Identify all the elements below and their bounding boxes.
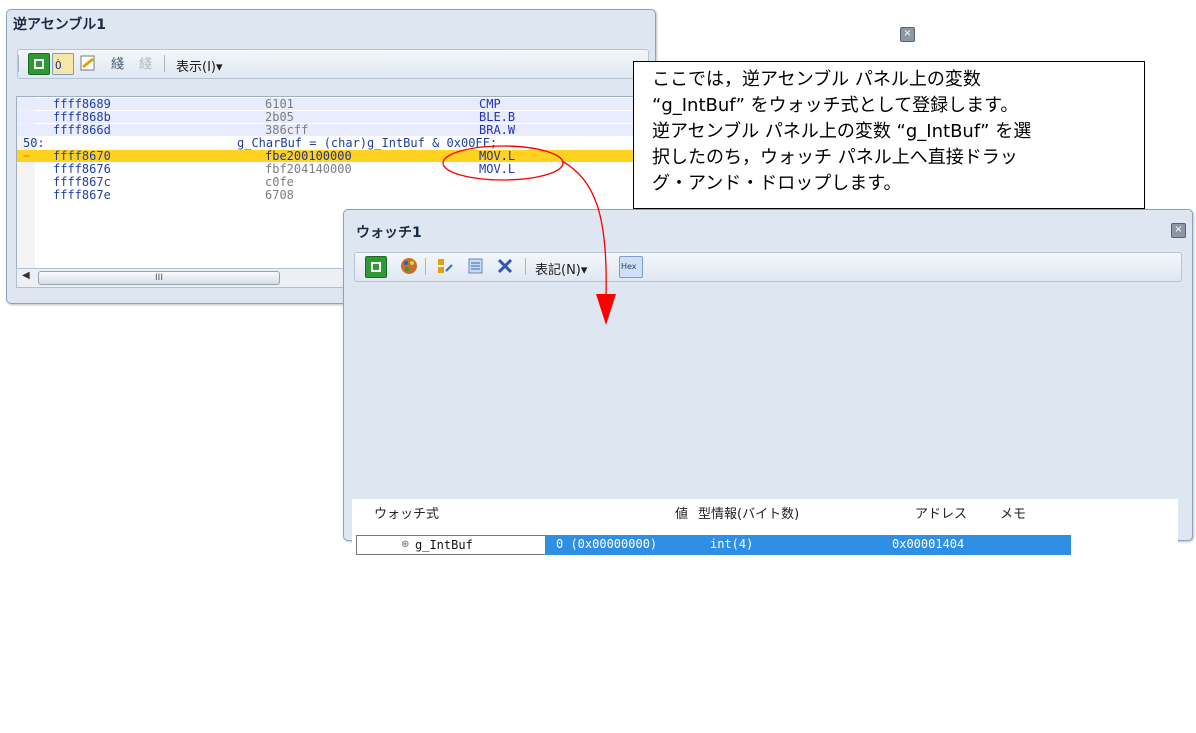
symbol-icon[interactable]: 綫 xyxy=(110,53,130,73)
scroll-left-arrow-icon[interactable]: ◀ xyxy=(22,270,30,281)
row-mnemonic: MOV.L xyxy=(479,162,516,176)
callout-line: “g_IntBuf” をウォッチ式として登録します。 xyxy=(652,95,1019,116)
source-line-text[interactable]: g_CharBuf = (char)g_IntBuf & 0x00FF; xyxy=(237,137,497,149)
source-code-toggle-icon[interactable]: Ò xyxy=(52,53,74,75)
watch-expression-cell[interactable]: ⊕ g_IntBuf xyxy=(356,535,546,555)
view-menu[interactable]: 表示(I)▾ xyxy=(176,56,223,75)
toolbar-separator xyxy=(18,55,19,72)
go-to-location-icon[interactable] xyxy=(78,53,98,73)
disassembly-row[interactable]: ffff867c c0fe xyxy=(17,176,657,188)
disassembly-row[interactable]: ffff8689 6101 CMP xyxy=(17,98,657,110)
toolbar-separator xyxy=(425,258,426,275)
callout-line: グ・アンド・ドロップします。 xyxy=(652,173,902,194)
disassembly-row[interactable]: ffff8676 fbf204140000 MOV.L xyxy=(17,163,657,175)
column-value[interactable]: 値 xyxy=(675,503,688,522)
symbol-disabled-icon: 綫 xyxy=(138,53,158,73)
callout-line: 逆アセンブル パネル上の変数 “g_IntBuf” を選 xyxy=(652,121,1032,142)
toolbar-separator xyxy=(525,258,526,275)
row-address: ffff866d xyxy=(53,123,111,137)
row-address: ffff8676 xyxy=(53,162,111,176)
pc-arrow-icon: ➡ xyxy=(23,149,31,163)
watch-address-text: 0x00001404 xyxy=(892,537,965,551)
toolbar-separator xyxy=(164,55,165,72)
watch-panel-title: ウォッチ1 xyxy=(356,225,422,241)
svg-text:綫: 綫 xyxy=(139,57,152,72)
row-mnemonic: BRA.W xyxy=(479,123,516,137)
watch-list[interactable]: ⊕ g_IntBuf 0 (0x00000000) int(4) 0x00001… xyxy=(352,523,1178,733)
delete-icon[interactable] xyxy=(495,256,515,276)
watch-toolbar: 表記(N)▾ Hex xyxy=(354,252,1182,282)
row-code: fbf204140000 xyxy=(265,162,352,176)
callout-line: 択したのち，ウォッチ パネル上へ直接ドラッ xyxy=(652,147,1018,168)
row-code: 2b05 xyxy=(265,110,294,124)
disassembly-row[interactable]: ffff866d 386cff BRA.W xyxy=(17,124,657,136)
row-code: 6708 xyxy=(265,188,294,202)
watch-panel-close-button[interactable]: × xyxy=(1171,223,1186,238)
refresh-icon[interactable] xyxy=(365,256,387,278)
watch-type-text: int(4) xyxy=(710,537,754,551)
watch-value-text: 0 (0x00000000) xyxy=(556,537,658,551)
row-address: ffff8670 xyxy=(53,149,111,163)
row-address: ffff867c xyxy=(53,175,111,189)
watch-list-icon[interactable] xyxy=(465,256,485,276)
add-watch-icon[interactable] xyxy=(435,256,455,276)
hex-toggle-label: Hex xyxy=(621,262,637,271)
watch-row[interactable]: ⊕ g_IntBuf 0 (0x00000000) int(4) 0x00001… xyxy=(352,535,1077,555)
row-address: ffff8689 xyxy=(53,97,111,111)
row-address: ffff867e xyxy=(53,188,111,202)
disassembly-row[interactable]: ffff868b 2b05 BLE.B xyxy=(17,111,657,123)
row-code: 386cff xyxy=(265,123,309,137)
row-mnemonic: MOV.L xyxy=(479,149,516,163)
svg-text:綫: 綫 xyxy=(111,57,124,72)
row-address: ffff868b xyxy=(53,110,111,124)
color-palette-icon[interactable] xyxy=(399,256,419,276)
callout-line: ここでは，逆アセンブル パネル上の変数 xyxy=(652,69,981,90)
row-mnemonic: BLE.B xyxy=(479,110,516,124)
watch-value-cell[interactable]: 0 (0x00000000) int(4) 0x00001404 xyxy=(546,535,1071,555)
row-code: fbe200100000 xyxy=(265,149,352,163)
svg-text:Ò: Ò xyxy=(55,59,62,72)
column-memo[interactable]: メモ xyxy=(1000,503,1026,522)
watch-column-header: ウォッチ式 値 型情報(バイト数) アドレス メモ xyxy=(352,499,1178,524)
variable-icon: ⊕ xyxy=(401,539,410,550)
disassembly-row[interactable]: ffff867e 6708 xyxy=(17,189,657,201)
row-mnemonic: CMP xyxy=(479,97,501,111)
refresh-icon[interactable] xyxy=(28,53,50,75)
hex-toggle-button[interactable]: Hex xyxy=(619,256,643,278)
notation-menu[interactable]: 表記(N)▾ xyxy=(535,259,587,278)
column-watch-expression[interactable]: ウォッチ式 xyxy=(374,503,439,522)
source-line-number: 50: xyxy=(23,136,45,150)
row-code: 6101 xyxy=(265,97,294,111)
watch-panel: ウォッチ1 × 表記(N)▾ Hex ウォッチ式 値 型情報(バイト数) アドレ… xyxy=(343,209,1193,733)
scrollbar-thumb[interactable]: III xyxy=(38,271,280,285)
source-line-row[interactable]: 50: g_CharBuf = (char)g_IntBuf & 0x00FF; xyxy=(17,137,657,149)
column-type[interactable]: 型情報(バイト数) xyxy=(698,503,799,522)
disassembly-toolbar: Ò 綫 綫 表示(I)▾ xyxy=(17,49,649,79)
disassembly-panel-title: 逆アセンブル1 xyxy=(13,17,107,33)
row-code: c0fe xyxy=(265,175,294,189)
disassembly-panel-close-button[interactable]: × xyxy=(900,27,915,42)
instruction-callout: ここでは，逆アセンブル パネル上の変数 “g_IntBuf” をウォッチ式として… xyxy=(633,61,1145,209)
watch-expression-text: g_IntBuf xyxy=(415,538,473,552)
column-address[interactable]: アドレス xyxy=(915,503,967,522)
current-pc-row[interactable]: ➡ ffff8670 fbe200100000 MOV.L xyxy=(17,150,657,162)
